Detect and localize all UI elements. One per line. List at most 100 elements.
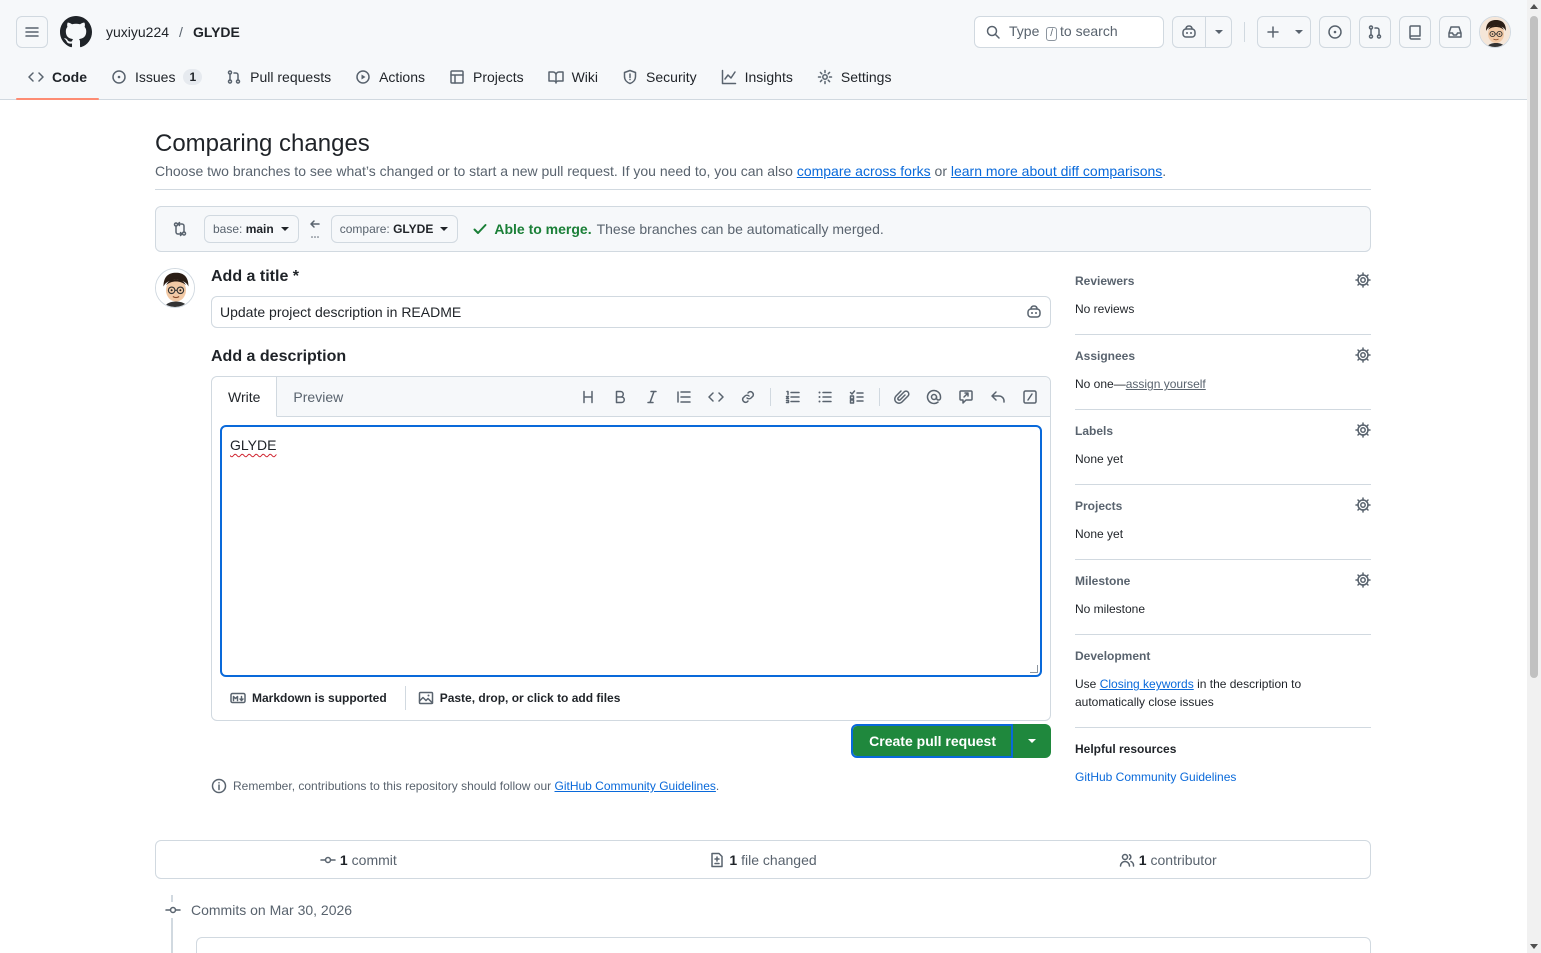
commits-group-header: Commits on Mar 30, 2026 xyxy=(165,902,352,918)
description-label: Add a description xyxy=(211,348,347,365)
resize-handle[interactable] xyxy=(1030,665,1038,673)
book-icon xyxy=(547,71,564,84)
scrollbar-thumb[interactable] xyxy=(1530,16,1538,678)
contributors-stat[interactable]: 1 contributor xyxy=(965,852,1370,868)
tab-security[interactable]: Security xyxy=(610,62,709,92)
commit-icon xyxy=(320,856,336,863)
dev-text: Use xyxy=(1075,677,1100,691)
issues-icon[interactable] xyxy=(1319,16,1351,48)
copilot-icon[interactable] xyxy=(1026,304,1042,320)
compare-branch-select[interactable]: compare: GLYDE xyxy=(330,215,459,243)
italic-icon[interactable] xyxy=(636,381,668,413)
gear-icon[interactable] xyxy=(1355,572,1371,588)
gear-icon[interactable] xyxy=(1355,347,1371,363)
tab-pull-requests[interactable]: Pull requests xyxy=(214,62,343,92)
user-avatar[interactable] xyxy=(1479,16,1511,48)
merge-status: Able to merge. xyxy=(494,221,592,237)
pull-request-icon[interactable] xyxy=(1359,16,1391,48)
guidelines-note: Remember, contributions to this reposito… xyxy=(211,778,719,794)
milestone-heading: Milestone xyxy=(1075,574,1131,588)
page-subtitle: Choose two branches to see what’s change… xyxy=(155,163,1166,179)
search-input[interactable]: Type / to search xyxy=(974,16,1164,48)
check-icon xyxy=(473,224,487,234)
tab-issues[interactable]: Issues 1 xyxy=(99,62,214,92)
add-files-button[interactable]: Paste, drop, or click to add files xyxy=(418,690,620,706)
copilot-dropdown-icon[interactable] xyxy=(1205,17,1231,47)
tab-code[interactable]: Code xyxy=(16,62,99,100)
repo-icon[interactable] xyxy=(1399,16,1431,48)
create-pr-dropdown[interactable] xyxy=(1013,724,1051,758)
scroll-up-icon[interactable] xyxy=(1530,4,1538,9)
tab-insights[interactable]: Insights xyxy=(709,62,805,92)
search-placeholder-prefix: Type xyxy=(1009,23,1040,39)
assignees-heading: Assignees xyxy=(1075,349,1136,363)
page-scrollbar[interactable] xyxy=(1527,0,1541,953)
compare-icon xyxy=(173,221,187,237)
code-icon[interactable] xyxy=(700,381,732,413)
commit-icon xyxy=(165,902,181,918)
development-value: Use Closing keywords in the description … xyxy=(1075,675,1371,711)
markdown-note: Markdown is supported xyxy=(252,691,387,705)
repo-owner-link[interactable]: yuxiyu224 xyxy=(106,24,169,40)
create-pull-request-button[interactable]: Create pull request xyxy=(851,724,1013,758)
base-branch-select[interactable]: base: main xyxy=(204,215,299,243)
helpful-resources-heading: Helpful resources xyxy=(1075,742,1177,756)
tab-actions[interactable]: Actions xyxy=(343,62,437,92)
tab-projects[interactable]: Projects xyxy=(437,62,536,92)
assign-yourself-link[interactable]: assign yourself xyxy=(1126,377,1206,391)
description-textarea[interactable]: GLYDE xyxy=(220,425,1042,677)
mention-icon[interactable] xyxy=(918,381,950,413)
files-stat[interactable]: 1 file changed xyxy=(561,852,966,868)
slash-command-icon[interactable] xyxy=(1014,381,1046,413)
plus-icon[interactable] xyxy=(1258,17,1288,47)
community-guidelines-link[interactable]: GitHub Community Guidelines xyxy=(1075,770,1236,784)
learn-diff-link[interactable]: learn more about diff comparisons xyxy=(951,163,1162,179)
merge-message: These branches can be automatically merg… xyxy=(596,221,884,237)
attach-icon[interactable] xyxy=(886,381,918,413)
bold-icon[interactable] xyxy=(604,381,636,413)
reviewers-heading: Reviewers xyxy=(1075,274,1135,288)
markdown-support-link[interactable]: Markdown is supported xyxy=(230,690,387,706)
compare-forks-link[interactable]: compare across forks xyxy=(797,163,931,179)
link-icon[interactable] xyxy=(732,381,764,413)
issue-icon xyxy=(112,70,126,84)
closing-keywords-link[interactable]: Closing keywords xyxy=(1100,677,1194,691)
ordered-list-icon[interactable] xyxy=(777,381,809,413)
repo-name-link[interactable]: GLYDE xyxy=(193,24,240,40)
contributors-count: 1 xyxy=(1138,851,1147,868)
tab-preview[interactable]: Preview xyxy=(277,377,359,416)
tab-settings[interactable]: Settings xyxy=(805,62,904,92)
markdown-icon xyxy=(230,692,246,704)
file-diff-icon xyxy=(711,852,724,867)
copilot-button-group xyxy=(1172,16,1232,48)
inbox-icon[interactable] xyxy=(1439,16,1471,48)
tab-label: Insights xyxy=(744,69,793,85)
tab-write[interactable]: Write xyxy=(212,377,278,417)
scroll-down-icon[interactable] xyxy=(1530,944,1538,949)
gear-icon[interactable] xyxy=(1355,497,1371,513)
gear-icon[interactable] xyxy=(1355,422,1371,438)
gear-icon[interactable] xyxy=(1355,272,1371,288)
tab-wiki[interactable]: Wiki xyxy=(536,62,610,92)
editor-header: Write Preview xyxy=(212,377,1050,417)
commits-stat[interactable]: 1 commit xyxy=(156,852,561,868)
reviewers-value: No reviews xyxy=(1075,302,1135,316)
labels-value: None yet xyxy=(1075,452,1124,466)
reply-icon[interactable] xyxy=(982,381,1014,413)
pr-sidebar: Reviewers No reviews Assignees No one—as… xyxy=(1075,268,1371,802)
unordered-list-icon[interactable] xyxy=(809,381,841,413)
heading-icon[interactable] xyxy=(572,381,604,413)
hamburger-icon[interactable] xyxy=(16,16,48,48)
reference-icon[interactable] xyxy=(950,381,982,413)
app-header: yuxiyu224 / GLYDE Type / to search Code … xyxy=(0,0,1527,100)
base-label: base: xyxy=(213,222,243,236)
repo-nav-tabs: Code Issues 1 Pull requests Actions Proj… xyxy=(16,62,903,100)
copilot-icon[interactable] xyxy=(1173,17,1205,47)
community-guidelines-link[interactable]: GitHub Community Guidelines xyxy=(555,779,716,793)
create-dropdown-icon[interactable] xyxy=(1288,17,1310,47)
projects-section: Projects None yet xyxy=(1075,485,1371,560)
pr-title-input[interactable]: Update project description in README xyxy=(211,296,1051,328)
quote-icon[interactable] xyxy=(668,381,700,413)
github-logo-icon[interactable] xyxy=(60,16,92,48)
task-list-icon[interactable] xyxy=(841,381,873,413)
